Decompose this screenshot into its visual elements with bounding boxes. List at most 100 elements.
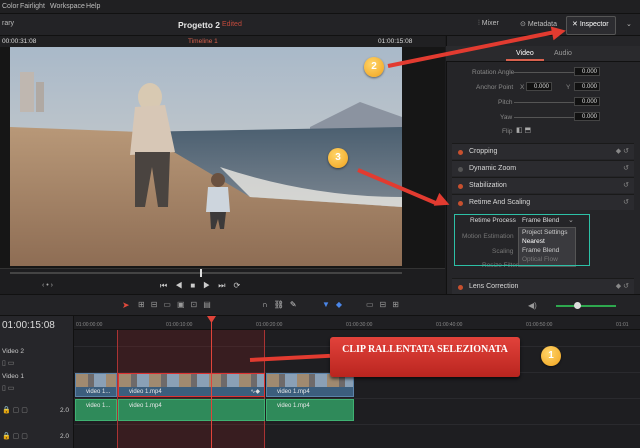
ruler-tick: 01:00:10:00 (166, 322, 193, 328)
audio-level-value: 2.0 (60, 433, 70, 440)
reset-icon[interactable]: ↺ (623, 181, 629, 189)
audio-clip-label: video 1.mp4 (129, 403, 162, 409)
pitch-value[interactable]: 0.000 (574, 97, 600, 106)
timeline-timecode: 01:00:15:08 (2, 320, 55, 331)
menu-color[interactable]: Color (2, 3, 19, 10)
track-icons[interactable]: ▯ ▭ (2, 384, 14, 392)
section-lens-correction[interactable]: Lens Correction ◆ ↺ (452, 278, 634, 294)
clip-label: video 1... (86, 389, 111, 395)
audio-clip[interactable]: video 1.mp4 (118, 399, 265, 421)
cropping-label: Cropping (469, 148, 498, 155)
section-stabilization[interactable]: Stabilization ↺ (452, 177, 634, 193)
reset-icon[interactable]: ↺ (623, 164, 629, 172)
ruler-tick: 01:00:30:00 (346, 322, 373, 328)
mixer-button[interactable]: ⫶ Mixer (478, 20, 499, 28)
tab-video[interactable]: Video (516, 50, 534, 57)
section-retime-scaling[interactable]: Retime And Scaling ↺ (452, 194, 634, 210)
mixer-label: Mixer (481, 20, 499, 27)
edit-tools[interactable]: ⊞⊟▭▣⊡▤ (138, 300, 217, 309)
retime-highlight-box (454, 214, 590, 266)
yaw-slider[interactable] (514, 117, 574, 118)
audio-track-icons[interactable]: 🔒 ▢ ▢ (2, 406, 28, 414)
x-axis-label: X (520, 84, 525, 91)
audio-clip[interactable]: video 1... (75, 399, 117, 421)
annotation-badge-3: 3 (328, 148, 348, 168)
audio-clip[interactable]: video 1.mp4 (266, 399, 354, 421)
yaw-value[interactable]: 0.000 (574, 112, 600, 121)
reset-icon[interactable]: ↺ (623, 198, 629, 206)
audio-clip-label: video 1.mp4 (277, 403, 310, 409)
scrub-playhead[interactable] (200, 269, 202, 277)
arrow-head (550, 23, 568, 41)
track-headers: 01:00:15:08 Video 2 Video 1 ▯ ▭ ▯ ▭ 🔒 ▢ … (0, 316, 74, 448)
pitch-label: Pitch (498, 99, 513, 106)
menu-bar: Color Fairlight Workspace Help (0, 0, 640, 14)
timeline-ruler[interactable]: 01:00:00:00 01:00:10:00 01:00:20:00 01:0… (74, 316, 640, 330)
audio-clip-label: video 1... (86, 403, 111, 409)
library-label[interactable]: rary (2, 20, 14, 27)
audio-level-slider[interactable] (556, 305, 616, 307)
inspector-icon: ✕ (572, 21, 580, 28)
flip-label: Flip (502, 128, 513, 135)
scrub-track[interactable] (10, 272, 402, 274)
reset-icon[interactable]: ◆ ↺ (616, 282, 629, 290)
expand-icon[interactable]: ⌄ (626, 20, 632, 28)
flip-icons[interactable]: ◧ ⬒ (516, 126, 531, 134)
retime-scaling-label: Retime And Scaling (469, 199, 531, 206)
audio-level-knob[interactable] (574, 302, 581, 309)
rotation-value[interactable]: 0.000 (574, 67, 600, 76)
reset-icon[interactable]: ◆ ↺ (616, 147, 629, 155)
source-timecode: 00:00:31:08 (2, 38, 37, 45)
anchor-label: Anchor Point (476, 84, 514, 91)
project-title: Progetto 2 (178, 20, 221, 30)
menu-help[interactable]: Help (86, 3, 100, 10)
snap-link-tools[interactable]: ∩⛓✎ (262, 300, 303, 309)
audio-icon[interactable]: ◀) (528, 301, 537, 310)
ruler-tick: 01:00:50:00 (526, 322, 553, 328)
video-clip[interactable]: video 1... (75, 373, 117, 397)
section-cropping[interactable]: Cropping ◆ ↺ (452, 143, 634, 159)
ruler-tick: 01:00:00:00 (76, 322, 103, 328)
flag-marker-tools[interactable]: ▼◆ (322, 300, 348, 309)
track-video-2-label: Video 2 (2, 348, 24, 355)
section-dynamic-zoom[interactable]: Dynamic Zoom ↺ (452, 160, 634, 176)
track-video-1-label: Video 1 (2, 373, 24, 380)
inspector-tab[interactable]: ✕ Inspector (572, 20, 609, 28)
record-timecode: 01:00:15:08 (378, 38, 413, 45)
ruler-tick: 01:00:40:00 (436, 322, 463, 328)
selection-tool-icon[interactable]: ➤ (122, 300, 130, 311)
ruler-tick: 01:00:20:00 (256, 322, 283, 328)
anchor-y-value[interactable]: 0.000 (574, 82, 600, 91)
audio-track-icons[interactable]: 🔒 ▢ ▢ (2, 432, 28, 440)
transport-controls[interactable]: ⏮◀■▶⏭⟳ (160, 281, 248, 291)
dynamic-zoom-label: Dynamic Zoom (469, 165, 517, 172)
anchor-x-value[interactable]: 0.000 (526, 82, 552, 91)
jog-control[interactable]: ‹ • › (42, 282, 53, 289)
zoom-tools[interactable]: ▭⊟⊞ (366, 300, 405, 309)
track-icons[interactable]: ▯ ▭ (2, 359, 14, 367)
transport-bar: ⏮◀■▶⏭⟳ ‹ • › (0, 268, 445, 294)
pitch-slider[interactable] (514, 102, 574, 103)
rotation-slider[interactable] (514, 72, 574, 73)
timeline-selector[interactable]: Timeline 1 (188, 38, 218, 45)
menu-workspace[interactable]: Workspace (50, 3, 85, 10)
tab-audio[interactable]: Audio (554, 50, 572, 57)
annotation-callout: CLIP RALLENTATA SELEZIONATA (330, 337, 520, 377)
audio-level-value: 2.0 (60, 407, 70, 414)
retime-icon: ∿◆ (250, 389, 260, 395)
inspector-label: Inspector (579, 21, 609, 28)
annotation-badge-2: 2 (364, 57, 384, 77)
clip-label: video 1.mp4 (277, 389, 310, 395)
annotation-badge-1: 1 (541, 346, 561, 366)
ruler-tick: 01:01 (616, 322, 629, 328)
metadata-icon: ⊙ (520, 21, 528, 28)
playhead[interactable] (211, 316, 212, 448)
stabilization-label: Stabilization (469, 182, 507, 189)
clip-label: video 1.mp4 (129, 389, 162, 395)
yaw-label: Yaw (500, 114, 513, 121)
selected-video-clip[interactable]: video 1.mp4 ∿◆ (118, 373, 265, 397)
menu-fairlight[interactable]: Fairlight (20, 3, 45, 10)
prop-flip: Flip ◧ ⬒ (452, 125, 630, 142)
y-axis-label: Y (566, 84, 571, 91)
timeline-toolbar: ➤ ⊞⊟▭▣⊡▤ ∩⛓✎ ▼◆ ▭⊟⊞ ◀) (0, 294, 640, 316)
